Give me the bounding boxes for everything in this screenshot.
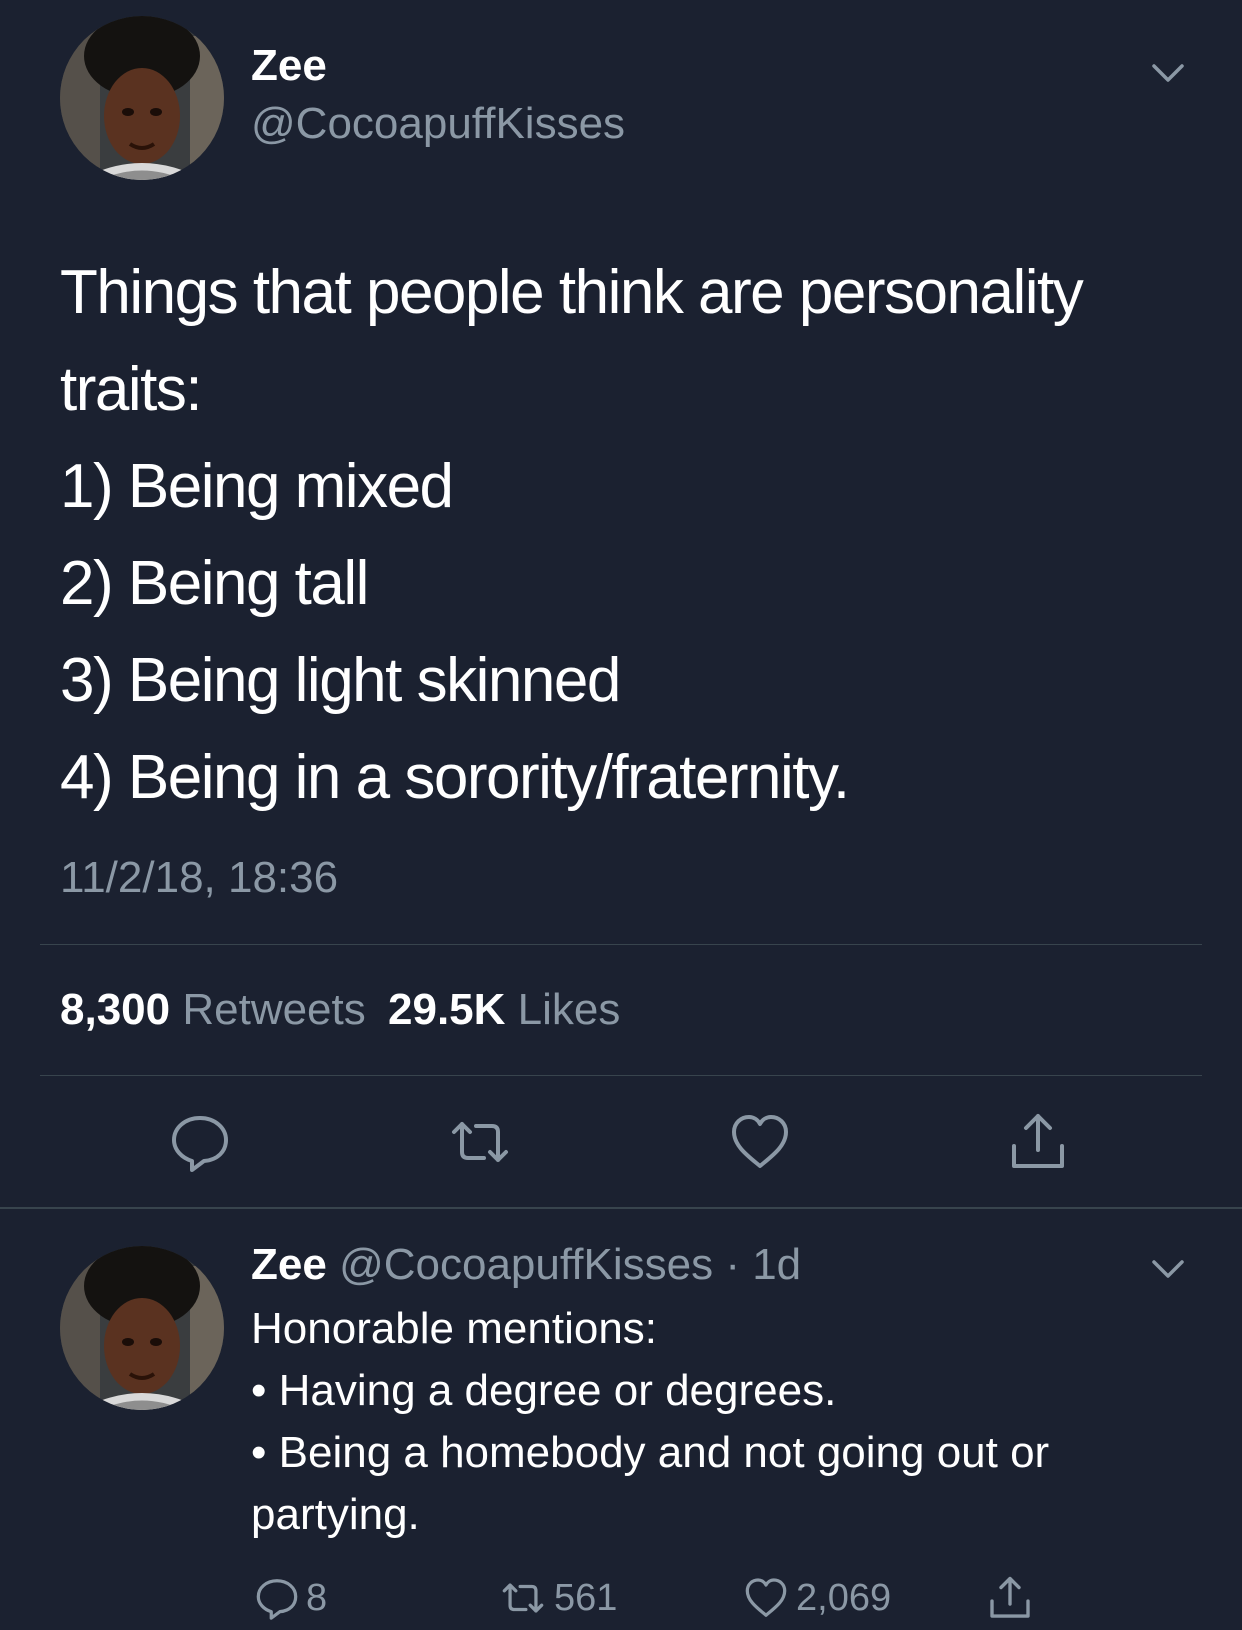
retweet-count: 561	[554, 1577, 618, 1619]
retweets-stat[interactable]: 8,300 Retweets	[60, 985, 378, 1034]
likes-count: 29.5K	[388, 985, 506, 1034]
divider	[40, 944, 1202, 945]
reply-icon	[256, 1579, 298, 1620]
tweet-timestamp: 11/2/18, 18:36	[60, 853, 339, 902]
tweet-stats: 8,300 Retweets 29.5K Likes	[60, 982, 620, 1038]
reply-header: Zee @CocoapuffKisses · 1d	[251, 1236, 801, 1294]
reply-icon	[172, 1116, 228, 1172]
reply-text-line: • Being a homebody and not going out or	[251, 1428, 1050, 1477]
likes-label: Likes	[517, 985, 621, 1034]
tweet-text-line: Things that people think are personality	[60, 258, 1084, 327]
tweet-text: Things that people think are personality…	[60, 244, 1200, 826]
reply-handle-time: @CocoapuffKisses · 1d	[339, 1240, 802, 1289]
retweet-icon	[502, 1583, 544, 1613]
share-icon	[1012, 1114, 1064, 1168]
chevron-down-icon[interactable]	[1146, 1246, 1190, 1290]
reply-text-line: partying.	[251, 1490, 420, 1539]
profile-photo-icon	[60, 1246, 224, 1410]
reply-text-line: Honorable mentions:	[251, 1304, 658, 1353]
main-tweet: Zee @CocoapuffKisses Things that people …	[0, 0, 1242, 1208]
like-icon	[732, 1115, 788, 1168]
tweet-text-line: 3) Being light skinned	[60, 646, 621, 715]
tweet-text-line: 2) Being tall	[60, 549, 369, 618]
like-button[interactable]	[728, 1110, 792, 1174]
like-icon	[745, 1578, 787, 1617]
avatar[interactable]	[60, 1246, 224, 1410]
reply-display-name[interactable]: Zee	[251, 1240, 327, 1289]
profile-photo-icon	[60, 16, 224, 180]
reply-text: Honorable mentions: • Having a degree or…	[251, 1298, 1171, 1546]
author-display-name[interactable]: Zee	[251, 38, 327, 94]
reply-count: 8	[306, 1577, 328, 1619]
retweets-count: 8,300	[60, 985, 171, 1034]
reply-like-button[interactable]: 2,069	[742, 1570, 891, 1626]
author-handle[interactable]: @CocoapuffKisses	[251, 96, 625, 152]
reply-text-line: • Having a degree or degrees.	[251, 1366, 837, 1415]
retweet-button[interactable]	[448, 1110, 512, 1174]
reply-actions: 8 561 2,069	[0, 1570, 1242, 1630]
reply-button[interactable]	[168, 1110, 232, 1174]
likes-stat[interactable]: 29.5K Likes	[388, 985, 620, 1034]
chevron-down-icon[interactable]	[1146, 50, 1190, 94]
share-icon	[990, 1576, 1030, 1618]
like-count: 2,069	[796, 1577, 892, 1619]
reply-retweet-button[interactable]: 561	[498, 1570, 617, 1626]
tweet-text-line: 4) Being in a sorority/fraternity.	[60, 743, 850, 812]
retweets-label: Retweets	[182, 985, 366, 1034]
tweet-separator	[0, 1207, 1242, 1209]
avatar[interactable]	[60, 16, 224, 180]
reply-reply-button[interactable]: 8	[254, 1570, 327, 1626]
tweet-text-line: 1) Being mixed	[60, 452, 454, 521]
divider	[40, 1075, 1202, 1076]
reply-share-button[interactable]	[986, 1570, 1034, 1626]
share-button[interactable]	[1006, 1110, 1070, 1174]
tweet-text-line: traits:	[60, 355, 203, 424]
retweet-icon	[452, 1122, 508, 1162]
